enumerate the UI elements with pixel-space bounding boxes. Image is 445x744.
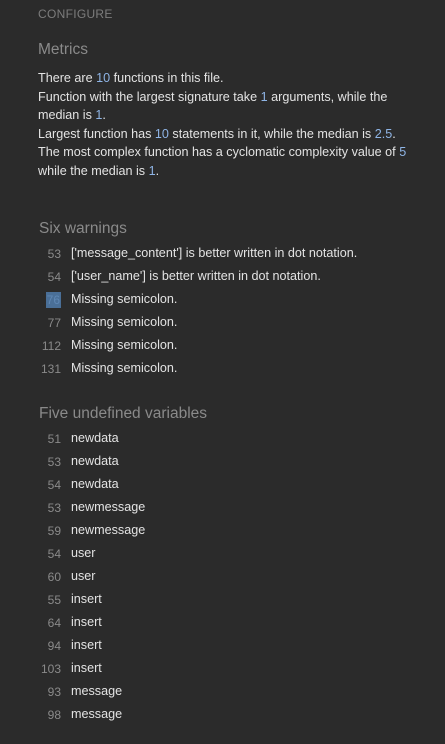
line-number[interactable]: 51 — [48, 432, 61, 446]
line-number[interactable]: 54 — [48, 547, 61, 561]
variable-row[interactable]: 103 insert — [0, 658, 445, 681]
line-number[interactable]: 54 — [48, 270, 61, 284]
warning-row[interactable]: 131 Missing semicolon. — [0, 358, 445, 381]
configure-link[interactable]: CONFIGURE — [38, 7, 113, 21]
variable-row[interactable]: 94 insert — [0, 635, 445, 658]
metric-value: 1 — [260, 89, 268, 104]
variable-name: newdata — [71, 477, 119, 491]
line-number[interactable]: 64 — [48, 616, 61, 630]
warning-row[interactable]: 53 ['message_content'] is better written… — [0, 243, 445, 266]
warning-message: Missing semicolon. — [71, 315, 178, 329]
variable-row[interactable]: 51 newdata — [0, 428, 445, 451]
warning-message: Missing semicolon. — [71, 292, 178, 306]
line-number[interactable]: 54 — [48, 478, 61, 492]
metrics-line-functions: There are 10 functions in this file. — [38, 71, 224, 85]
warnings-list: 53 ['message_content'] is better written… — [0, 243, 445, 381]
warning-row[interactable]: 76 Missing semicolon. — [0, 289, 445, 312]
variable-name: insert — [71, 638, 102, 652]
warning-message: ['user_name'] is better written in dot n… — [71, 269, 321, 283]
warnings-heading: Six warnings — [39, 220, 127, 237]
metric-value: 5 — [399, 145, 407, 159]
line-number[interactable]: 55 — [48, 593, 61, 607]
metrics-summary: There are 10 functions in this file. Fun… — [38, 69, 408, 180]
metrics-line-complexity: The most complex function has a cyclomat… — [38, 145, 407, 178]
variable-row[interactable]: 55 insert — [0, 589, 445, 612]
warning-message: ['message_content'] is better written in… — [71, 246, 358, 260]
metrics-heading: Metrics — [38, 41, 88, 58]
metrics-line-signature: Function with the largest signature take… — [38, 89, 388, 123]
metric-value: 10 — [96, 71, 111, 85]
line-number[interactable]: 94 — [48, 639, 61, 653]
variable-name: user — [71, 569, 96, 583]
variable-row[interactable]: 93 message — [0, 681, 445, 704]
line-number[interactable]: 112 — [42, 339, 61, 353]
line-number[interactable]: 77 — [48, 316, 61, 330]
undefined-variables-heading: Five undefined variables — [39, 405, 208, 422]
warning-row[interactable]: 112 Missing semicolon. — [0, 335, 445, 358]
variable-row[interactable]: 98 message — [0, 704, 445, 727]
variable-name: message — [71, 684, 123, 698]
line-number[interactable]: 131 — [41, 362, 61, 376]
variable-name: insert — [71, 592, 102, 606]
line-number[interactable]: 53 — [48, 501, 61, 515]
variable-name: message — [71, 707, 123, 721]
variable-row[interactable]: 64 insert — [0, 612, 445, 635]
variable-name: newdata — [71, 454, 119, 468]
variable-row[interactable]: 53 newmessage — [0, 497, 445, 520]
metric-value: 1 — [148, 163, 156, 178]
variable-name: newdata — [71, 431, 119, 445]
line-number[interactable]: 93 — [48, 685, 61, 699]
variable-row[interactable]: 54 user — [0, 543, 445, 566]
line-number[interactable]: 53 — [48, 247, 61, 261]
variable-name: newmessage — [71, 500, 146, 514]
variable-row[interactable]: 60 user — [0, 566, 445, 589]
metric-value: 2.5 — [374, 126, 393, 141]
variable-name: newmessage — [71, 523, 146, 537]
metric-value: 10 — [154, 126, 169, 141]
variable-row[interactable]: 53 newdata — [0, 451, 445, 474]
line-number[interactable]: 98 — [48, 708, 61, 722]
jshint-panel: CONFIGURE Metrics There are 10 functions… — [0, 0, 445, 744]
line-number[interactable]: 59 — [48, 524, 61, 538]
warning-message: Missing semicolon. — [71, 338, 178, 352]
variable-name: user — [71, 546, 96, 560]
warning-row[interactable]: 77 Missing semicolon. — [0, 312, 445, 335]
line-number[interactable]: 53 — [48, 455, 61, 469]
variable-name: insert — [71, 615, 102, 629]
metrics-line-statements: Largest function has 10 statements in it… — [38, 126, 396, 141]
variable-row[interactable]: 54 newdata — [0, 474, 445, 497]
variable-row[interactable]: 59 newmessage — [0, 520, 445, 543]
line-number[interactable]: 103 — [41, 662, 61, 676]
line-number[interactable]: 60 — [48, 570, 61, 584]
line-number-selected[interactable]: 76 — [45, 292, 61, 308]
warning-message: Missing semicolon. — [71, 361, 178, 375]
variable-name: insert — [71, 661, 102, 675]
undefined-variables-list: 51 newdata 53 newdata 54 newdata 53 newmessa… — [0, 428, 445, 727]
warning-row[interactable]: 54 ['user_name'] is better written in do… — [0, 266, 445, 289]
